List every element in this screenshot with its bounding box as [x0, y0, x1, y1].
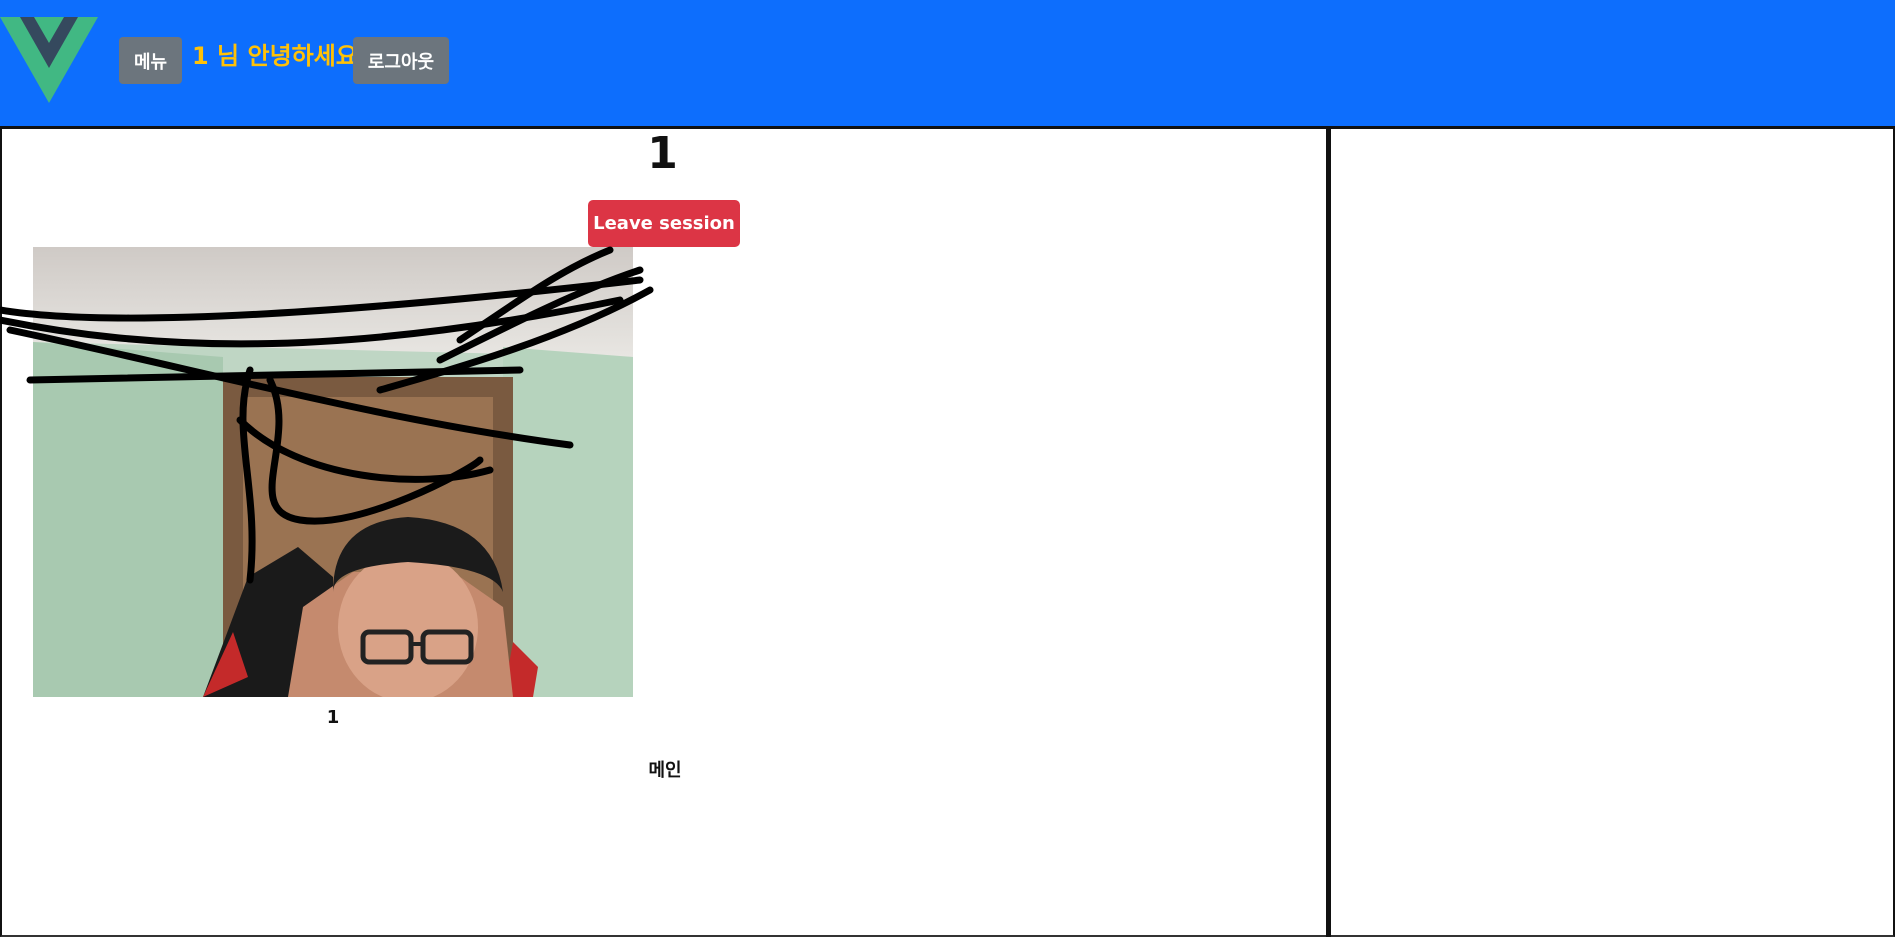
side-panel: [1331, 129, 1895, 937]
top-navbar: 메뉴 1 님 안녕하세요 로그아웃: [0, 0, 1895, 128]
main-label: 메인: [648, 760, 682, 781]
participant-name: 1: [326, 707, 340, 728]
vue-logo-icon: [0, 17, 98, 103]
logout-button[interactable]: 로그아웃: [353, 37, 449, 84]
menu-button[interactable]: 메뉴: [119, 37, 182, 84]
drawing-overlay[interactable]: [0, 246, 660, 610]
session-title: 1: [647, 128, 678, 179]
leave-session-button[interactable]: Leave session: [588, 200, 740, 247]
greeting-text: 1 님 안녕하세요: [192, 42, 358, 70]
